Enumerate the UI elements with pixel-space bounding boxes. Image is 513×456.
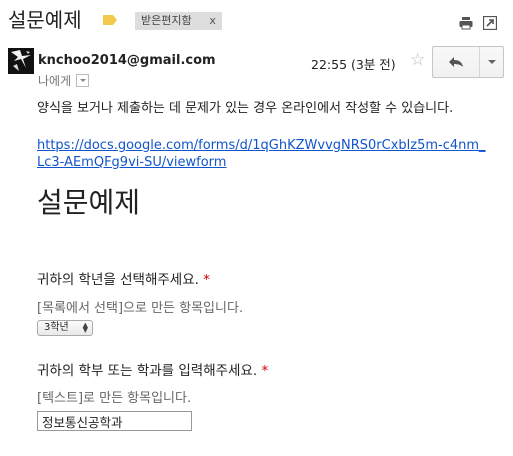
more-dropdown-icon [487,60,496,64]
question-1-text: 귀하의 학년을 선택해주세요. [37,272,199,288]
question-1-help: [목록에서 선택]으로 만든 항목입니다. [37,301,244,316]
email-subject: 설문예제 [8,8,82,32]
question-2-help: [텍스트]로 만든 항목입니다. [37,391,192,406]
form-link[interactable]: https://docs.google.com/forms/d/1qGhKZWv… [37,137,487,171]
form-title: 설문예제 [37,186,141,219]
reply-button[interactable] [433,47,480,77]
message-time: 22:55 (3분 전) [311,57,396,72]
print-icon[interactable] [459,16,473,30]
question-1-label: 귀하의 학년을 선택해주세요. * [37,268,210,288]
remove-label-button[interactable]: x [204,12,222,30]
inbox-label-chip[interactable]: 받은편지함 x [135,12,222,30]
department-input[interactable] [37,411,192,431]
new-window-icon[interactable] [483,16,497,30]
sender-email[interactable]: knchoo2014@gmail.com [38,53,216,68]
more-actions-button[interactable] [480,47,503,77]
grade-select-value: 3학년 [44,322,69,333]
sender-avatar[interactable] [8,48,34,74]
question-2-text: 귀하의 학부 또는 학과를 입력해주세요. [37,363,258,379]
required-marker: * [261,363,269,379]
reply-icon [449,57,463,67]
required-marker: * [203,272,210,288]
question-2-label: 귀하의 학부 또는 학과를 입력해주세요. * [37,359,268,379]
reply-button-group [432,46,504,78]
recipient-details-dropdown-icon[interactable] [76,74,90,87]
recipient-line[interactable]: 나에게 [38,72,90,89]
inbox-label-text: 받은편지함 [141,14,192,27]
select-arrows-icon: ▲ ▼ [82,321,88,334]
star-icon[interactable]: ☆ [410,50,425,70]
email-body-text: 양식을 보거나 제출하는 데 문제가 있는 경우 온라인에서 작성할 수 있습니… [37,101,454,116]
grade-select[interactable]: 3학년 ▲ ▼ [37,320,93,336]
recipient-text: 나에게 [38,74,72,88]
label-icon[interactable] [103,15,117,25]
